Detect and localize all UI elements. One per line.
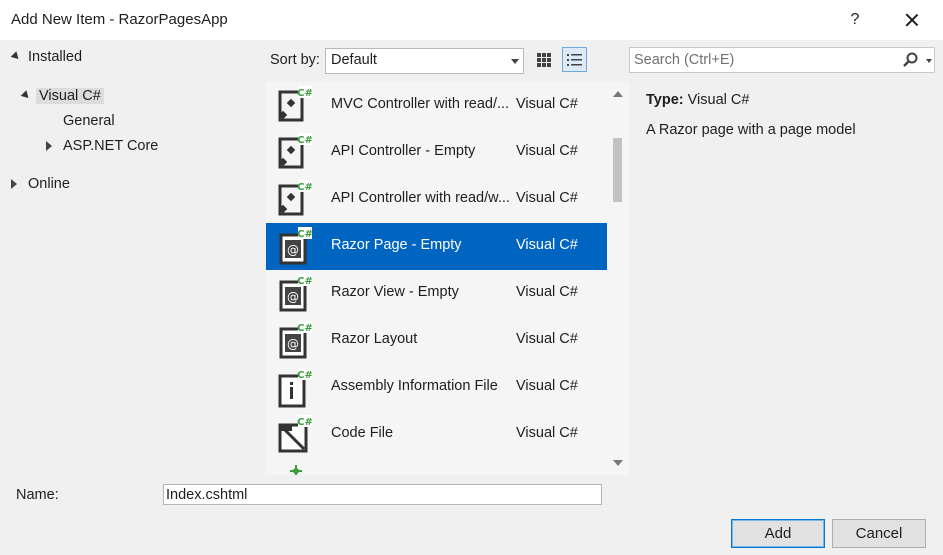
list-item-template[interactable]: C# API Controller - Empty Visual C# (266, 129, 607, 176)
svg-text:@: @ (287, 337, 299, 351)
list-item-template[interactable]: C# Code File Visual C# (266, 411, 607, 458)
svg-text:C#: C# (297, 417, 312, 428)
list-item-template[interactable]: @ C# Razor Page - Empty Visual C# (266, 223, 607, 270)
razor-icon: @ C# (279, 274, 312, 312)
template-language: Visual C# (516, 237, 578, 253)
template-name: Razor Layout (331, 331, 418, 347)
template-name: API Controller - Empty (331, 143, 476, 159)
template-language: Visual C# (516, 143, 578, 159)
partial-item-icon (290, 465, 302, 475)
search-icon[interactable] (901, 51, 921, 69)
svg-text:C#: C# (297, 229, 312, 240)
list-item-template[interactable]: C# API Controller with read/w... Visual C# (266, 176, 607, 223)
svg-text:C#: C# (297, 135, 312, 146)
svg-text:C#: C# (297, 182, 312, 193)
search-box[interactable] (629, 47, 935, 73)
template-details-pane: Type: Visual C# A Razor page with a page… (630, 82, 943, 475)
template-language: Visual C# (516, 284, 578, 300)
list-item-template[interactable]: C# MVC Controller with read/... Visual C# (266, 82, 607, 129)
template-language: Visual C# (516, 96, 578, 112)
chevron-down-icon (511, 59, 519, 64)
svg-text:@: @ (287, 243, 299, 257)
tree-item-label: ASP.NET Core (63, 138, 159, 154)
template-language: Visual C# (516, 190, 578, 206)
name-label: Name: (16, 487, 59, 503)
close-button[interactable] (898, 6, 926, 34)
tree-item-label: Installed (28, 49, 83, 65)
template-type: Type: Visual C# (646, 92, 749, 108)
sort-by-dropdown[interactable]: Default (325, 48, 524, 74)
type-label: Type: (646, 92, 684, 108)
template-name: Assembly Information File (331, 378, 498, 394)
template-name: MVC Controller with read/... (331, 96, 510, 112)
tree-item-online[interactable]: Online (10, 172, 73, 196)
template-name: Razor View - Empty (331, 284, 459, 300)
collapsed-arrow-icon (11, 179, 17, 189)
template-name: Code File (331, 425, 394, 441)
template-list: C# Code File Visual C# C# Assembly Informati… (266, 82, 629, 475)
tree-item-installed[interactable]: Installed (10, 45, 85, 69)
type-value: Visual C# (687, 92, 750, 108)
scrollbar-thumb[interactable] (613, 138, 622, 202)
cancel-button[interactable]: Cancel (832, 519, 926, 548)
svg-text:C#: C# (297, 370, 312, 381)
help-button[interactable]: ? (842, 6, 868, 34)
list-item-partial[interactable] (266, 458, 607, 475)
info-file-icon: C# (278, 368, 312, 408)
razor-icon: @ C# (279, 227, 312, 265)
tree-item-aspnet-core[interactable]: ASP.NET Core (45, 134, 161, 158)
tree-item-label: Visual C# (36, 88, 104, 104)
razor-icon: @ C# (279, 321, 312, 359)
list-item-template[interactable]: @ C# Razor View - Empty Visual C# (266, 270, 607, 317)
svg-text:C#: C# (297, 323, 312, 334)
tree-item-label: General (63, 113, 115, 129)
controller-icon: C# (278, 180, 312, 216)
grid-view-button[interactable] (532, 48, 556, 72)
name-input[interactable] (163, 484, 602, 505)
search-options-dropdown-icon[interactable] (926, 59, 932, 63)
svg-text:C#: C# (297, 88, 312, 99)
list-item-template[interactable]: C# Assembly Information File Visual C# (266, 364, 607, 411)
template-name: Razor Page - Empty (331, 237, 462, 253)
sort-by-value: Default (331, 52, 377, 68)
add-button[interactable]: Add (731, 519, 825, 548)
tree-item-label: Online (28, 176, 70, 192)
category-tree: Installed Visual C# General ASP.NET Core… (0, 40, 262, 475)
template-language: Visual C# (516, 331, 578, 347)
list-view-icon (567, 54, 582, 66)
svg-text:C#: C# (297, 276, 312, 287)
title-bar: Add New Item - RazorPagesApp ? (0, 0, 943, 40)
list-item-template[interactable]: @ C# Razor Layout Visual C# (266, 317, 607, 364)
window-title: Add New Item - RazorPagesApp (11, 11, 228, 28)
scroll-down-icon[interactable] (613, 460, 623, 466)
tree-item-general[interactable]: General (60, 109, 118, 133)
controller-icon: C# (278, 133, 312, 169)
sort-by-label: Sort by: (270, 52, 320, 68)
grid-view-icon (537, 53, 551, 67)
tree-item-visual-csharp[interactable]: Visual C# (20, 84, 104, 108)
template-name: API Controller with read/w... (331, 190, 510, 206)
search-input[interactable] (634, 51, 894, 69)
list-view-button[interactable] (562, 47, 587, 72)
code-file-icon: C# (278, 415, 312, 453)
template-language: Visual C# (516, 378, 578, 394)
controller-icon: C# (278, 86, 312, 122)
vertical-scrollbar[interactable] (607, 82, 629, 475)
svg-text:@: @ (287, 290, 299, 304)
collapsed-arrow-icon (46, 141, 52, 151)
template-language: Visual C# (516, 425, 578, 441)
scroll-up-icon[interactable] (613, 91, 623, 97)
template-description: A Razor page with a page model (646, 122, 856, 138)
expanded-arrow-icon (10, 51, 22, 62)
expanded-arrow-icon (20, 90, 32, 101)
